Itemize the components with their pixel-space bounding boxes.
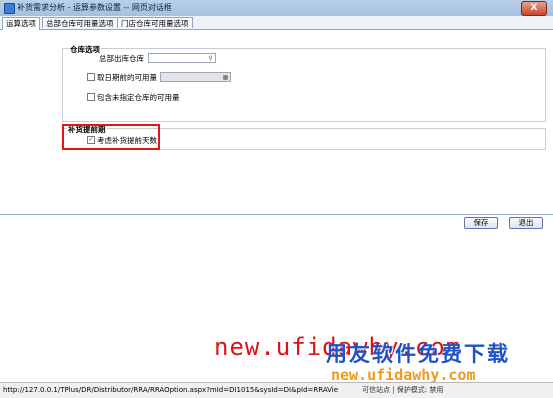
exit-button[interactable]: 退出 — [509, 217, 543, 229]
watermark-slogan: 用友软件免费下载 — [326, 342, 510, 366]
prev-day-label: 取日期前的可用量 — [97, 73, 157, 82]
hq-warehouse-input[interactable]: ⚲ — [148, 53, 216, 63]
save-button[interactable]: 保存 — [464, 217, 498, 229]
status-bar: http://127.0.0.1/TPlus/DR/Distributor/RR… — [0, 382, 553, 398]
warehouse-options-legend: 仓库选项 — [69, 44, 101, 55]
status-url: http://127.0.0.1/TPlus/DR/Distributor/RR… — [3, 386, 339, 394]
warehouse-options-group: 仓库选项 总部出库仓库 ⚲ 取日期前的可用量 ▦ 包含未指定仓库的可用量 — [62, 44, 546, 122]
calendar-icon[interactable]: ▦ — [222, 74, 229, 81]
prev-day-checkbox[interactable] — [87, 73, 95, 81]
app-icon — [4, 3, 15, 14]
hq-warehouse-label: 总部出库仓库 — [99, 54, 144, 63]
title-bar: 补货需求分析 - 运算参数设置 -- 网页对话框 X — [0, 0, 553, 17]
tab-hq-warehouse-availability[interactable]: 总部仓库可用量选项 — [42, 17, 118, 28]
search-icon[interactable]: ⚲ — [207, 55, 214, 62]
close-button[interactable]: X — [521, 1, 547, 16]
options-panel: 仓库选项 总部出库仓库 ⚲ 取日期前的可用量 ▦ 包含未指定仓库的可用量 补货提… — [0, 30, 553, 215]
prev-day-option[interactable]: 取日期前的可用量 — [87, 72, 157, 83]
tab-store-warehouse-availability[interactable]: 门店仓库可用量选项 — [117, 17, 193, 28]
tab-calculation-options[interactable]: 运算选项 — [2, 17, 40, 30]
unassigned-warehouse-label: 包含未指定仓库的可用量 — [97, 93, 180, 102]
highlight-annotation-box — [62, 124, 160, 150]
prev-day-date-input[interactable]: ▦ — [160, 72, 231, 82]
window-title: 补货需求分析 - 运算参数设置 -- 网页对话框 — [17, 3, 172, 12]
tab-bar: 运算选项 总部仓库可用量选项 门店仓库可用量选项 — [0, 16, 553, 30]
unassigned-warehouse-option[interactable]: 包含未指定仓库的可用量 — [87, 92, 180, 103]
status-zone: 可信站点 | 保护模式: 禁用 — [362, 386, 444, 394]
unassigned-warehouse-checkbox[interactable] — [87, 93, 95, 101]
